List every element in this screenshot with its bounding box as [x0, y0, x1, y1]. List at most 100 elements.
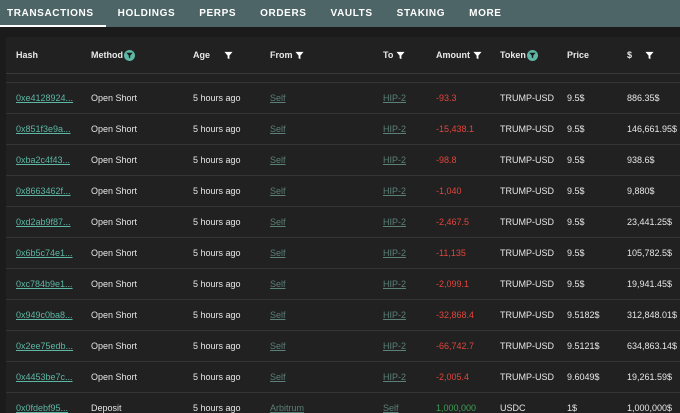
from-link[interactable]: Self [270, 248, 286, 258]
from-link[interactable]: Self [270, 124, 286, 134]
age-cell: 5 hours ago [193, 248, 241, 258]
tab-orders[interactable]: ORDERS [248, 0, 318, 27]
table-row[interactable]: 0xba2c4f43... Open Short 5 hours ago Self HI… [6, 145, 680, 176]
from-link[interactable]: Self [270, 155, 286, 165]
age-cell: 5 hours ago [193, 279, 241, 289]
hash-link[interactable]: 0x6b5c74e1... [16, 248, 73, 258]
transactions-panel: Hash Method Age From To Amount Token Pri… [0, 27, 680, 413]
table-row[interactable]: 0xe4128924... Open Short 5 hours ago Self HI… [6, 83, 680, 114]
from-link[interactable]: Self [270, 372, 286, 382]
to-link[interactable]: HIP-2 [383, 341, 406, 351]
token-cell: TRUMP-USD [500, 186, 554, 196]
column-from[interactable]: From [270, 50, 304, 60]
hash-link[interactable]: 0x8663462f... [16, 186, 71, 196]
from-link[interactable]: Self [270, 217, 286, 227]
hash-link[interactable]: 0xc784b9e1... [16, 279, 73, 289]
to-link[interactable]: HIP-2 [383, 217, 406, 227]
from-link[interactable]: Self [270, 279, 286, 289]
hash-link[interactable]: 0x949c0ba8... [16, 310, 73, 320]
tab-vaults[interactable]: VAULTS [319, 0, 385, 27]
from-link[interactable]: Self [270, 186, 286, 196]
filter-active-icon[interactable] [124, 49, 135, 61]
hash-link[interactable]: 0xe4128924... [16, 93, 73, 103]
method-cell: Open Short [91, 372, 138, 382]
to-link[interactable]: HIP-2 [383, 372, 406, 382]
age-cell: 5 hours ago [193, 124, 241, 134]
column-to[interactable]: To [383, 50, 405, 60]
method-cell: Open Short [91, 310, 138, 320]
usd-value-cell: 634,863.14$ [627, 341, 678, 351]
table-row[interactable]: 0xc784b9e1... Open Short 5 hours ago Self HI… [6, 269, 680, 300]
column-token-label: Token [500, 50, 526, 60]
to-link[interactable]: HIP-2 [383, 248, 406, 258]
hash-link[interactable]: 0x0fdebf95... [16, 403, 68, 413]
hash-link[interactable]: 0xba2c4f43... [16, 155, 70, 165]
method-cell: Open Short [91, 217, 138, 227]
filter-active-icon[interactable] [526, 49, 538, 61]
amount-cell: -11,135 [436, 248, 466, 258]
age-cell: 5 hours ago [193, 372, 241, 382]
hash-link[interactable]: 0xd2ab9f87... [16, 217, 71, 227]
token-cell: TRUMP-USD [500, 341, 554, 351]
usd-value-cell: 23,441.25$ [627, 217, 673, 227]
token-cell: USDC [500, 403, 526, 413]
tab-more[interactable]: MORE [457, 0, 513, 27]
table-row[interactable]: 0x2ee75edb... Open Short 5 hours ago Self HI… [6, 331, 680, 362]
usd-value-cell: 146,661.95$ [627, 124, 678, 134]
table-row[interactable]: 0x6b5c74e1... Open Short 5 hours ago Self HI… [6, 238, 680, 269]
to-link[interactable]: HIP-2 [383, 155, 406, 165]
to-link[interactable]: Self [383, 403, 399, 413]
column-token[interactable]: Token [500, 49, 538, 61]
token-cell: TRUMP-USD [500, 217, 554, 227]
token-cell: TRUMP-USD [500, 248, 554, 258]
column-usd[interactable]: $ [627, 50, 654, 60]
table-row[interactable]: 0x949c0ba8... Open Short 5 hours ago Self HI… [6, 300, 680, 331]
table-row[interactable]: 0xd2ab9f87... Open Short 5 hours ago Self HI… [6, 207, 680, 238]
from-link[interactable]: Self [270, 93, 286, 103]
hash-link[interactable]: 0x851f3e9a... [16, 124, 71, 134]
to-link[interactable]: HIP-2 [383, 310, 406, 320]
table-spacer [6, 74, 680, 83]
table-row[interactable]: 0x8663462f... Open Short 5 hours ago Self HI… [6, 176, 680, 207]
table-row[interactable]: 0x4453be7c... Open Short 5 hours ago Self HI… [6, 362, 680, 393]
filter-icon[interactable] [294, 51, 304, 60]
from-link[interactable]: Arbitrum [270, 403, 304, 413]
column-age-label: Age [193, 50, 211, 60]
age-cell: 5 hours ago [193, 217, 241, 227]
to-link[interactable]: HIP-2 [383, 186, 406, 196]
price-cell: 9.5$ [567, 217, 585, 227]
filter-icon[interactable] [224, 51, 233, 60]
table-row[interactable]: 0x0fdebf95... Deposit 5 hours ago Arbitrum S… [6, 393, 680, 413]
tab-transactions[interactable]: TRANSACTIONS [0, 0, 106, 27]
from-link[interactable]: Self [270, 310, 286, 320]
column-method[interactable]: Method [91, 49, 135, 61]
usd-value-cell: 1,000,000$ [627, 403, 673, 413]
price-cell: 9.6049$ [567, 372, 600, 382]
column-age[interactable]: Age [193, 50, 233, 60]
token-cell: TRUMP-USD [500, 310, 554, 320]
column-price: Price [567, 50, 589, 60]
price-cell: 9.5$ [567, 124, 585, 134]
usd-value-cell: 938.6$ [627, 155, 655, 165]
usd-value-cell: 886.35$ [627, 93, 660, 103]
column-amount[interactable]: Amount [436, 50, 482, 60]
tab-holdings[interactable]: HOLDINGS [106, 0, 188, 27]
to-link[interactable]: HIP-2 [383, 93, 406, 103]
method-cell: Deposit [91, 403, 122, 413]
transactions-table: Hash Method Age From To Amount Token Pri… [6, 37, 680, 413]
hash-link[interactable]: 0x2ee75edb... [16, 341, 73, 351]
tab-staking[interactable]: STAKING [385, 0, 457, 27]
filter-icon[interactable] [645, 51, 654, 60]
to-link[interactable]: HIP-2 [383, 279, 406, 289]
amount-cell: -66,742.7 [436, 341, 475, 351]
filter-icon[interactable] [396, 51, 405, 60]
hash-link[interactable]: 0x4453be7c... [16, 372, 73, 382]
filter-icon[interactable] [473, 51, 482, 60]
amount-cell: 1,000,000 [436, 403, 477, 413]
method-cell: Open Short [91, 186, 138, 196]
from-link[interactable]: Self [270, 341, 286, 351]
table-row[interactable]: 0x851f3e9a... Open Short 5 hours ago Self HI… [6, 114, 680, 145]
tab-perps[interactable]: PERPS [187, 0, 248, 27]
to-link[interactable]: HIP-2 [383, 124, 406, 134]
method-cell: Open Short [91, 341, 138, 351]
